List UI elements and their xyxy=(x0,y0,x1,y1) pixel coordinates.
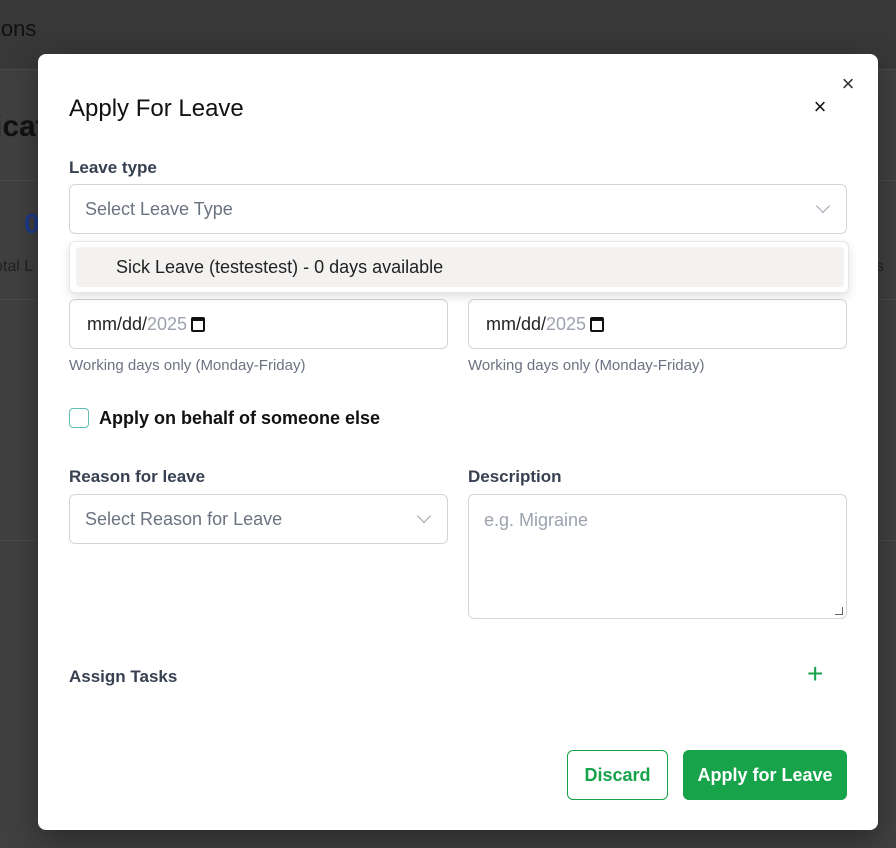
start-date-input[interactable]: mm/dd/ 2025 xyxy=(69,299,448,349)
background-stat-label: otal L xyxy=(0,258,34,275)
leave-type-option[interactable]: Sick Leave (testestest) - 0 days availab… xyxy=(76,247,844,287)
reason-placeholder: Select Reason for Leave xyxy=(85,508,283,529)
reason-select[interactable]: Select Reason for Leave xyxy=(69,494,448,544)
calendar-icon[interactable] xyxy=(191,316,206,332)
reason-label: Reason for leave xyxy=(69,467,206,486)
end-date-input[interactable]: mm/dd/ 2025 xyxy=(468,299,847,349)
start-date-format: mm/dd/ xyxy=(87,313,148,334)
end-date-hint: Working days only (Monday-Friday) xyxy=(468,357,705,374)
close-icon[interactable]: × xyxy=(838,73,858,95)
close-modal-icon[interactable]: × xyxy=(810,96,830,118)
apply-leave-modal: × × Apply For Leave Leave type Select Le… xyxy=(38,54,878,830)
chevron-down-icon xyxy=(416,508,432,524)
behalf-checkbox[interactable] xyxy=(69,408,89,428)
leave-type-select[interactable]: Select Leave Type xyxy=(69,184,847,234)
description-textarea[interactable]: e.g. Migraine xyxy=(468,494,847,619)
start-date-hint: Working days only (Monday-Friday) xyxy=(69,357,306,374)
modal-title: Apply For Leave xyxy=(69,95,244,122)
calendar-icon[interactable] xyxy=(590,316,605,332)
discard-button[interactable]: Discard xyxy=(567,750,668,800)
apply-leave-button[interactable]: Apply for Leave xyxy=(683,750,847,800)
leave-type-placeholder: Select Leave Type xyxy=(85,198,233,219)
description-placeholder: e.g. Migraine xyxy=(484,510,589,530)
behalf-checkbox-label[interactable]: Apply on behalf of someone else xyxy=(99,408,380,429)
end-date-format: mm/dd/ xyxy=(486,313,547,334)
add-task-icon[interactable]: + xyxy=(807,660,823,688)
assign-tasks-label: Assign Tasks xyxy=(69,667,178,686)
chevron-down-icon xyxy=(815,198,831,214)
leave-type-dropdown: Sick Leave (testestest) - 0 days availab… xyxy=(69,241,849,293)
description-label: Description xyxy=(468,467,562,486)
background-topbar-title: ions xyxy=(0,16,37,41)
start-date-year: 2025 xyxy=(147,313,188,334)
end-date-year: 2025 xyxy=(546,313,587,334)
resize-handle-icon[interactable] xyxy=(835,607,843,615)
leave-type-label: Leave type xyxy=(69,158,157,177)
